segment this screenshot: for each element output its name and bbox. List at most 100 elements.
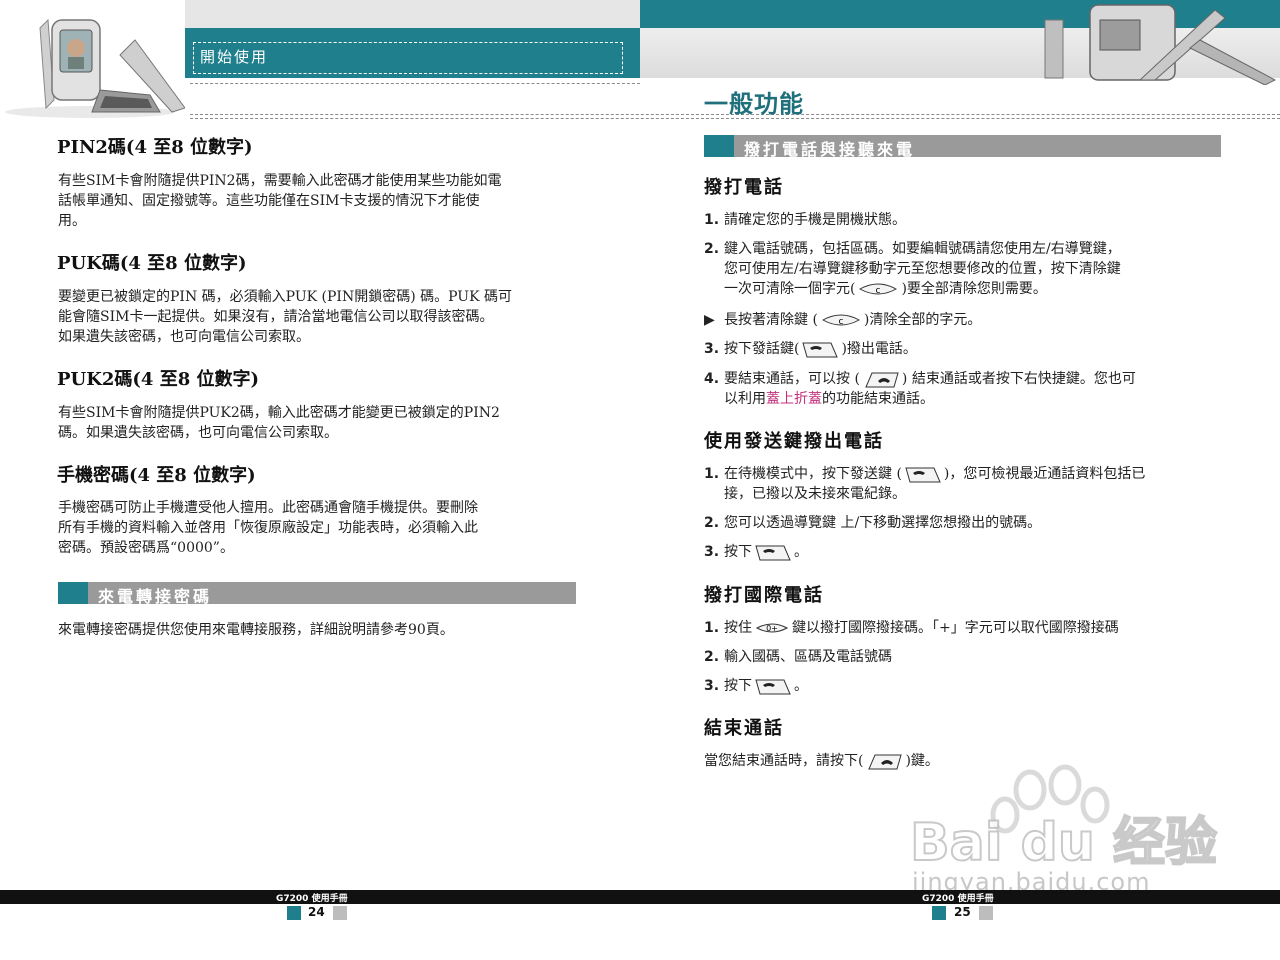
step-text: 輸入國碼、區碼及電話號碼 [724, 649, 892, 665]
call-forward-banner: 來電轉接密碼 [58, 582, 576, 606]
close-flip-link: 蓋上折蓋 [766, 391, 822, 407]
footer-manual-title: G7200 使用手冊 [922, 894, 994, 904]
step-text: 一次可清除一個字元( [724, 281, 856, 297]
end-key-icon [868, 754, 903, 770]
step-text: 按住 [724, 620, 752, 636]
step-text: 按下 [724, 678, 752, 694]
intl-call-step-2: 2. 輸入國碼、區碼及電話號碼 [704, 647, 1214, 667]
step-text: 以利用 [724, 391, 766, 407]
send-key-step-2: 2. 您可以透過導覽鍵 上/下移動選擇您想撥出的號碼。 [704, 513, 1214, 533]
svg-text:0+: 0+ [766, 624, 778, 633]
puk2-line: 碼。如果遺失該密碼，也可向電信公司索取。 [58, 425, 338, 441]
pin2-text: 有些SIM卡會附隨提供PIN2碼，需要輸入此密碼才能使用某些功能如電 話帳單通知… [58, 171, 576, 231]
phone-password-line: 所有手機的資料輸入並啓用「恢復原廠設定」功能表時，必須輸入此 [58, 520, 478, 536]
send-key-step-3: 3. 按下 。 [704, 542, 1214, 562]
step-number: 1. [704, 620, 720, 636]
step-text: ) 結束通話或者按下右快捷鍵。您也可 [901, 371, 1136, 387]
page-number-right: 25 [954, 905, 971, 919]
step-text: 當您結束通話時，請按下( [704, 753, 864, 769]
make-call-step-1: 1. 請確定您的手機是開機狀態。 [704, 210, 1214, 230]
intl-call-step-1: 1. 按住 0+ 鍵以撥打國際撥接碼。「+」字元可以取代國際撥接碼 [704, 618, 1214, 638]
send-key-call-title: 使用發送鍵撥出電話 [704, 431, 884, 452]
pin2-line: 有些SIM卡會附隨提供PIN2碼，需要輸入此密碼才能使用某些功能如電 [58, 173, 502, 189]
puk-text: 要變更已被鎖定的PIN 碼，必須輸入PUK (PIN開鎖密碼) 碼。PUK 碼可… [58, 287, 576, 347]
svg-text:c: c [838, 317, 843, 327]
pin2-title: PIN2碼(4 至8 位數字) [57, 137, 253, 158]
phone-right-icon [1044, 4, 1277, 85]
make-call-step-4: 4. 要結束通話，可以按 ( ) 結束通話或者按下右快捷鍵。您也可 以利用蓋上折蓋… [704, 369, 1214, 409]
step-text: 按下發話鍵( [724, 341, 800, 357]
make-call-title: 撥打電話 [704, 177, 784, 198]
step-text: 您可使用左/右導覽鍵移動字元至您想要修改的位置，按下清除鍵 [724, 261, 1121, 277]
tip-arrow-icon: ▶ [704, 312, 715, 328]
phone-password-title: 手機密碼(4 至8 位數字) [57, 465, 256, 486]
page-marker-gray [333, 906, 347, 920]
step-text: 。 [794, 544, 808, 560]
step-number: 4. [704, 371, 720, 387]
phone-password-line: 密碼。預設密碼爲“0000”。 [58, 540, 234, 556]
end-call-title: 結束通話 [704, 718, 784, 739]
phone-password-line: 手機密碼可防止手機遭受他人擅用。此密碼通會隨手機提供。要刪除 [58, 500, 478, 516]
make-call-tip: ▶ 長按著清除鍵 ( c )清除全部的字元。 [704, 310, 1214, 330]
banner-tab [58, 582, 88, 604]
intl-call-step-3: 3. 按下 。 [704, 676, 1214, 696]
step-number: 2. [704, 515, 720, 531]
svg-text:c: c [876, 286, 881, 296]
step-number: 3. [704, 341, 720, 357]
send-key-icon [905, 467, 941, 483]
make-call-step-3: 3. 按下發話鍵( )撥出電話。 [704, 339, 1214, 359]
step-number: 1. [704, 212, 720, 228]
send-key-step-1: 1. 在待機模式中，按下發送鍵 ( )，您可檢視最近通話資料包括已 接，已撥以及未… [704, 464, 1214, 504]
step-text: 要結束通話，可以按 ( [724, 371, 860, 387]
step-text: 在待機模式中，按下發送鍵 ( [724, 466, 902, 482]
puk2-text: 有些SIM卡會附隨提供PUK2碼，輸入此密碼才能變更已被鎖定的PIN2 碼。如果… [58, 403, 576, 443]
call-forward-text: 來電轉接密碼提供您使用來電轉接服務，詳細說明請參考90頁。 [58, 622, 454, 638]
step-text: 按下 [724, 544, 752, 560]
send-key-icon [755, 545, 791, 561]
send-key-icon [802, 342, 839, 358]
page-number-left: 24 [308, 905, 325, 919]
step-number: 1. [704, 466, 720, 482]
header-divider-upper [190, 83, 640, 84]
banner-tab [704, 135, 734, 157]
call-answer-banner-label: 撥打電話與接聽來電 [744, 140, 916, 159]
chapter-title: 一般功能 [704, 90, 804, 118]
step-text: 的功能結束通話。 [822, 391, 934, 407]
puk-line: 要變更已被鎖定的PIN 碼，必須輸入PUK (PIN開鎖密碼) 碼。PUK 碼可 [58, 289, 512, 305]
pin2-line: 話帳單通知、固定撥號等。這些功能僅在SIM卡支援的情況下才能使 [58, 193, 480, 209]
page-marker-teal [287, 906, 301, 920]
step-text: 接，已撥以及未接來電紀錄。 [724, 486, 906, 502]
step-text: 鍵以撥打國際撥接碼。「+」字元可以取代國際撥接碼 [792, 620, 1119, 636]
puk-title: PUK碼(4 至8 位數字) [57, 253, 247, 274]
step-text: )要全部清除您則需要。 [901, 281, 1047, 297]
zero-key-icon: 0+ [755, 623, 789, 633]
header-top-band-left [185, 0, 640, 28]
puk-line: 如果遺失該密碼，也可向電信公司索取。 [58, 329, 310, 345]
step-text: )撥出電話。 [841, 341, 917, 357]
step-text: )，您可檢視最近通話資料包括已 [943, 466, 1146, 482]
make-call-step-2: 2. 鍵入電話號碼，包括區碼。如要編輯號碼請您使用左/右導覽鍵， 您可使用左/右… [704, 239, 1214, 299]
step-number: 2. [704, 649, 720, 665]
page-marker-teal [932, 906, 946, 920]
clear-key-icon: c [859, 283, 898, 296]
end-key-icon [865, 372, 899, 388]
step-text: )清除全部的字元。 [863, 312, 982, 328]
puk-line: 能會隨SIM卡一起提供。如果沒有，請洽當地電信公司以取得該密碼。 [58, 309, 494, 325]
intl-call-title: 撥打國際電話 [704, 585, 824, 606]
phone-left-icon [5, 18, 185, 118]
step-text: 長按著清除鍵 ( [724, 312, 818, 328]
section-label: 開始使用 [200, 48, 269, 66]
step-text: 。 [794, 678, 808, 694]
phone-password-text: 手機密碼可防止手機遭受他人擅用。此密碼通會隨手機提供。要刪除 所有手機的資料輸入… [58, 498, 576, 558]
puk2-title: PUK2碼(4 至8 位數字) [57, 369, 260, 390]
step-text: 您可以透過導覽鍵 上/下移動選擇您想撥出的號碼。 [724, 515, 1042, 531]
step-text: 請確定您的手機是開機狀態。 [724, 212, 906, 228]
step-text: 鍵入電話號碼，包括區碼。如要編輯號碼請您使用左/右導覽鍵， [724, 241, 1121, 257]
call-forward-banner-label: 來電轉接密碼 [98, 587, 213, 606]
footer-manual-title: G7200 使用手冊 [276, 894, 348, 904]
page-marker-gray [979, 906, 993, 920]
clear-key-icon: c [821, 314, 860, 327]
step-number: 3. [704, 544, 720, 560]
pin2-line: 用。 [58, 213, 86, 229]
step-number: 3. [704, 678, 720, 694]
